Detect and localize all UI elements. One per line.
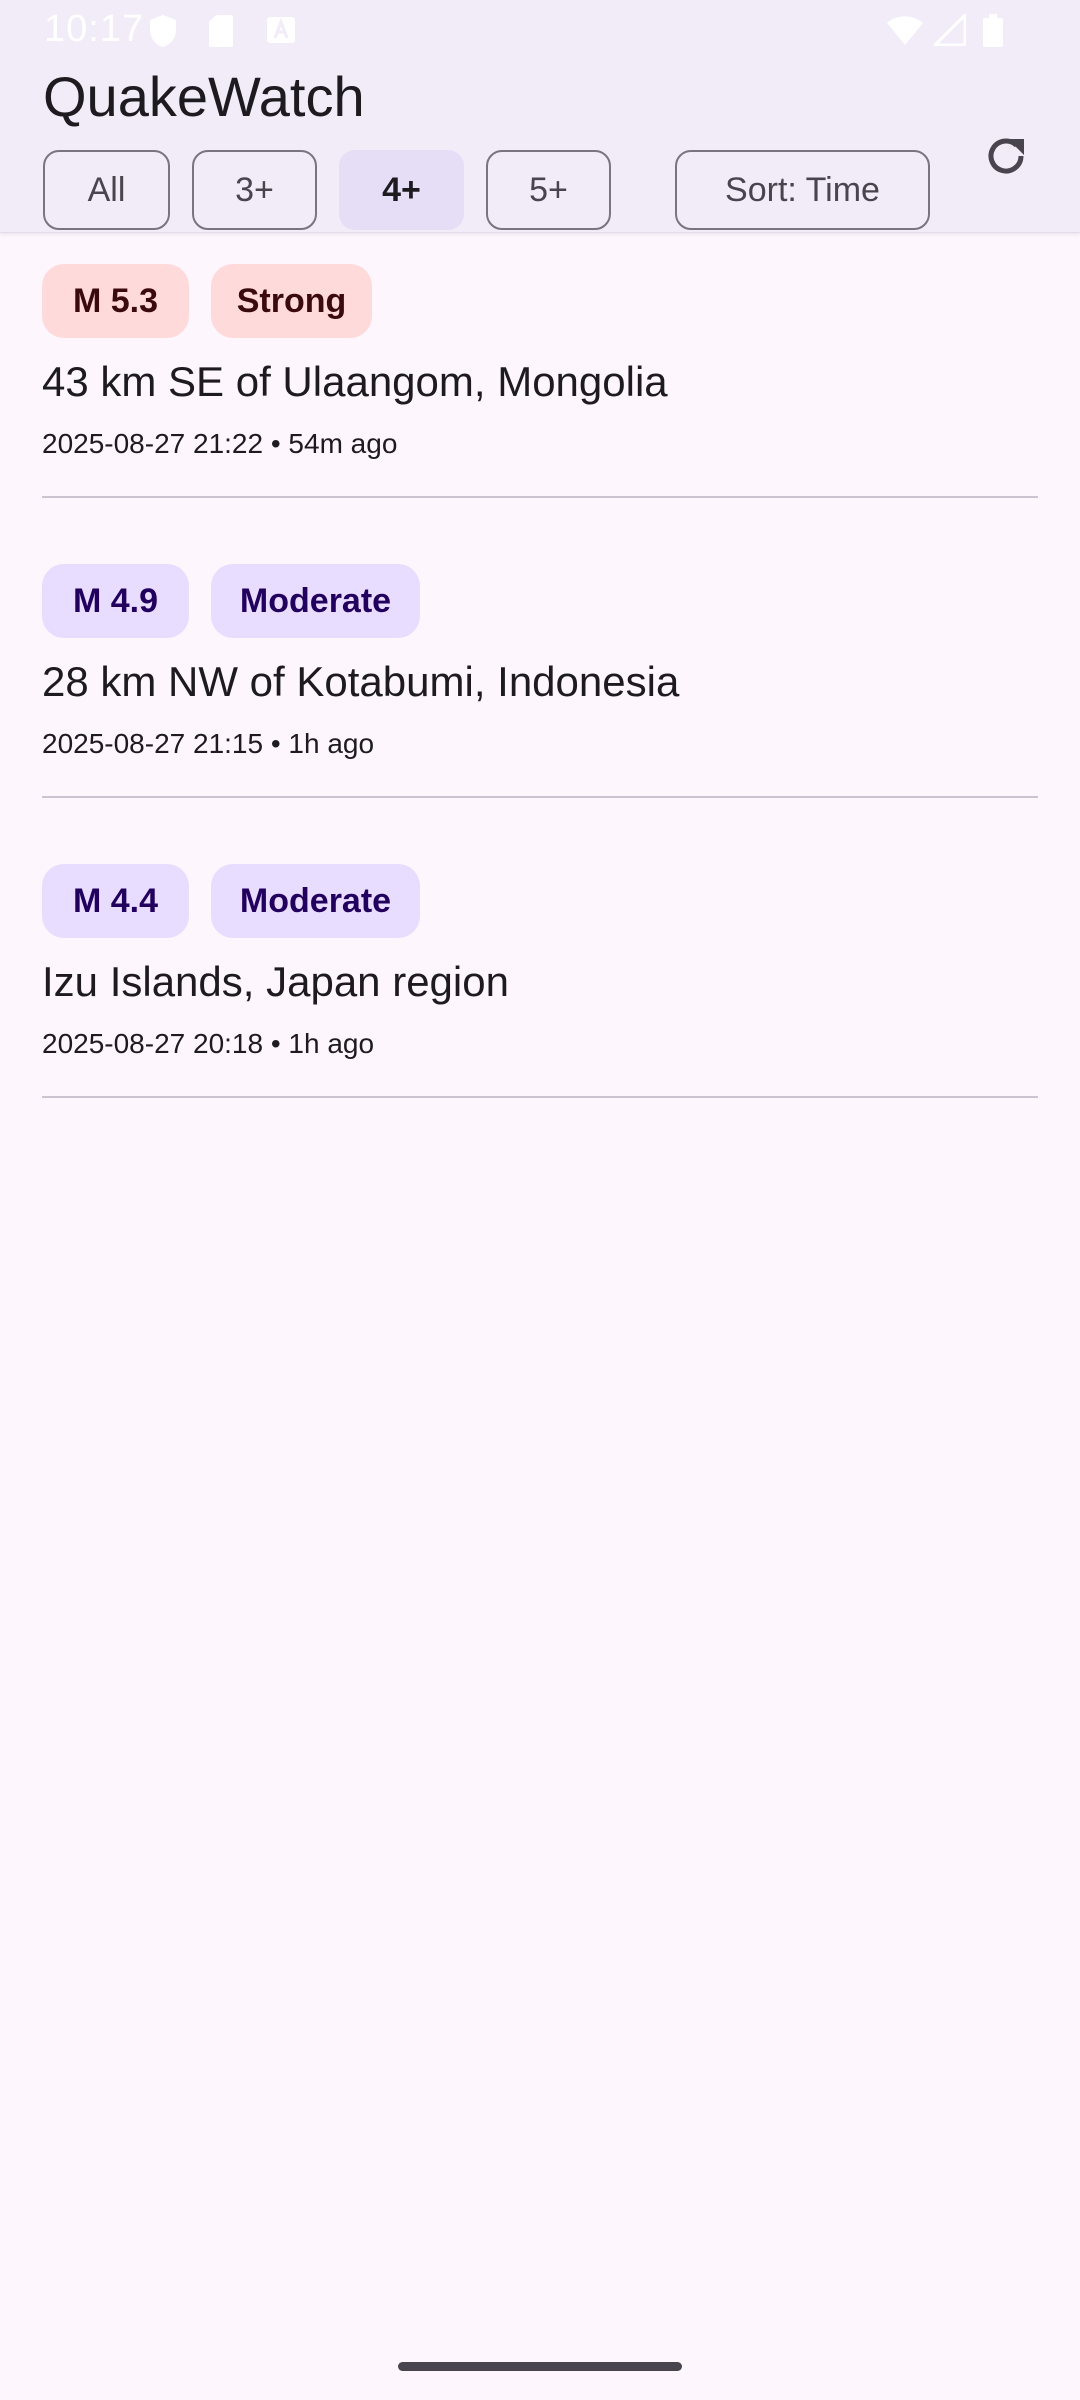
- quake-list-item[interactable]: M 4.9 Moderate 28 km NW of Kotabumi, Ind…: [0, 532, 1080, 832]
- magnitude-label: M 5.3: [72, 281, 159, 320]
- app-title: QuakeWatch: [43, 65, 365, 128]
- magnitude-badge: M 4.4: [42, 864, 189, 938]
- intensity-badge: Moderate: [211, 864, 420, 938]
- intensity-label: Moderate: [239, 581, 392, 620]
- filter-chip-4-plus[interactable]: 4+: [339, 150, 464, 230]
- wifi-icon: [887, 16, 923, 45]
- filter-chip-3-plus[interactable]: 3+: [192, 150, 317, 230]
- status-bar: 10:17: [0, 0, 1080, 60]
- sd-card-icon: [209, 15, 233, 47]
- intensity-badge: Strong: [211, 264, 372, 338]
- divider: [42, 496, 1038, 498]
- filter-chip-label: 3+: [235, 170, 274, 209]
- quake-time: 2025-08-27 20:18 • 1h ago: [42, 1028, 375, 1059]
- magnitude-badge: M 4.9: [42, 564, 189, 638]
- filter-chip-label: 4+: [382, 170, 421, 209]
- intensity-label: Strong: [236, 281, 347, 320]
- quake-list-item[interactable]: M 4.4 Moderate Izu Islands, Japan region…: [0, 832, 1080, 1132]
- quake-time: 2025-08-27 21:15 • 1h ago: [42, 728, 375, 759]
- sort-label: Sort: Time: [725, 170, 880, 209]
- filter-chip-label: All: [87, 170, 126, 209]
- filter-chip-5-plus[interactable]: 5+: [486, 150, 611, 230]
- top-app-bar: 10:17 QuakeWatch All 3+ 4+ 5+ Sort: Time: [0, 0, 1080, 233]
- magnitude-label: M 4.4: [72, 881, 159, 920]
- divider: [42, 1096, 1038, 1098]
- refresh-icon: [988, 138, 1024, 174]
- refresh-button[interactable]: [966, 116, 1046, 196]
- intensity-badge: Moderate: [211, 564, 420, 638]
- status-time: 10:17: [44, 8, 145, 50]
- shield-icon: [150, 15, 176, 47]
- android-icon: [267, 17, 295, 43]
- divider: [42, 796, 1038, 798]
- sort-button[interactable]: Sort: Time: [675, 150, 930, 230]
- quake-list: M 5.3 Strong 43 km SE of Ulaangom, Mongo…: [0, 232, 1080, 1132]
- gesture-home-indicator[interactable]: [398, 2362, 682, 2371]
- magnitude-badge: M 5.3: [42, 264, 189, 338]
- signal-icon: [934, 14, 966, 46]
- filter-chip-label: 5+: [529, 170, 568, 209]
- filter-chip-all[interactable]: All: [43, 150, 170, 230]
- quake-list-item[interactable]: M 5.3 Strong 43 km SE of Ulaangom, Mongo…: [0, 232, 1080, 532]
- battery-icon: [983, 14, 1003, 47]
- quake-place: 43 km SE of Ulaangom, Mongolia: [42, 358, 668, 405]
- quake-place: Izu Islands, Japan region: [42, 958, 509, 1005]
- quake-time: 2025-08-27 21:22 • 54m ago: [42, 428, 398, 459]
- intensity-label: Moderate: [239, 881, 392, 920]
- quake-place: 28 km NW of Kotabumi, Indonesia: [42, 658, 680, 705]
- magnitude-label: M 4.9: [72, 581, 159, 620]
